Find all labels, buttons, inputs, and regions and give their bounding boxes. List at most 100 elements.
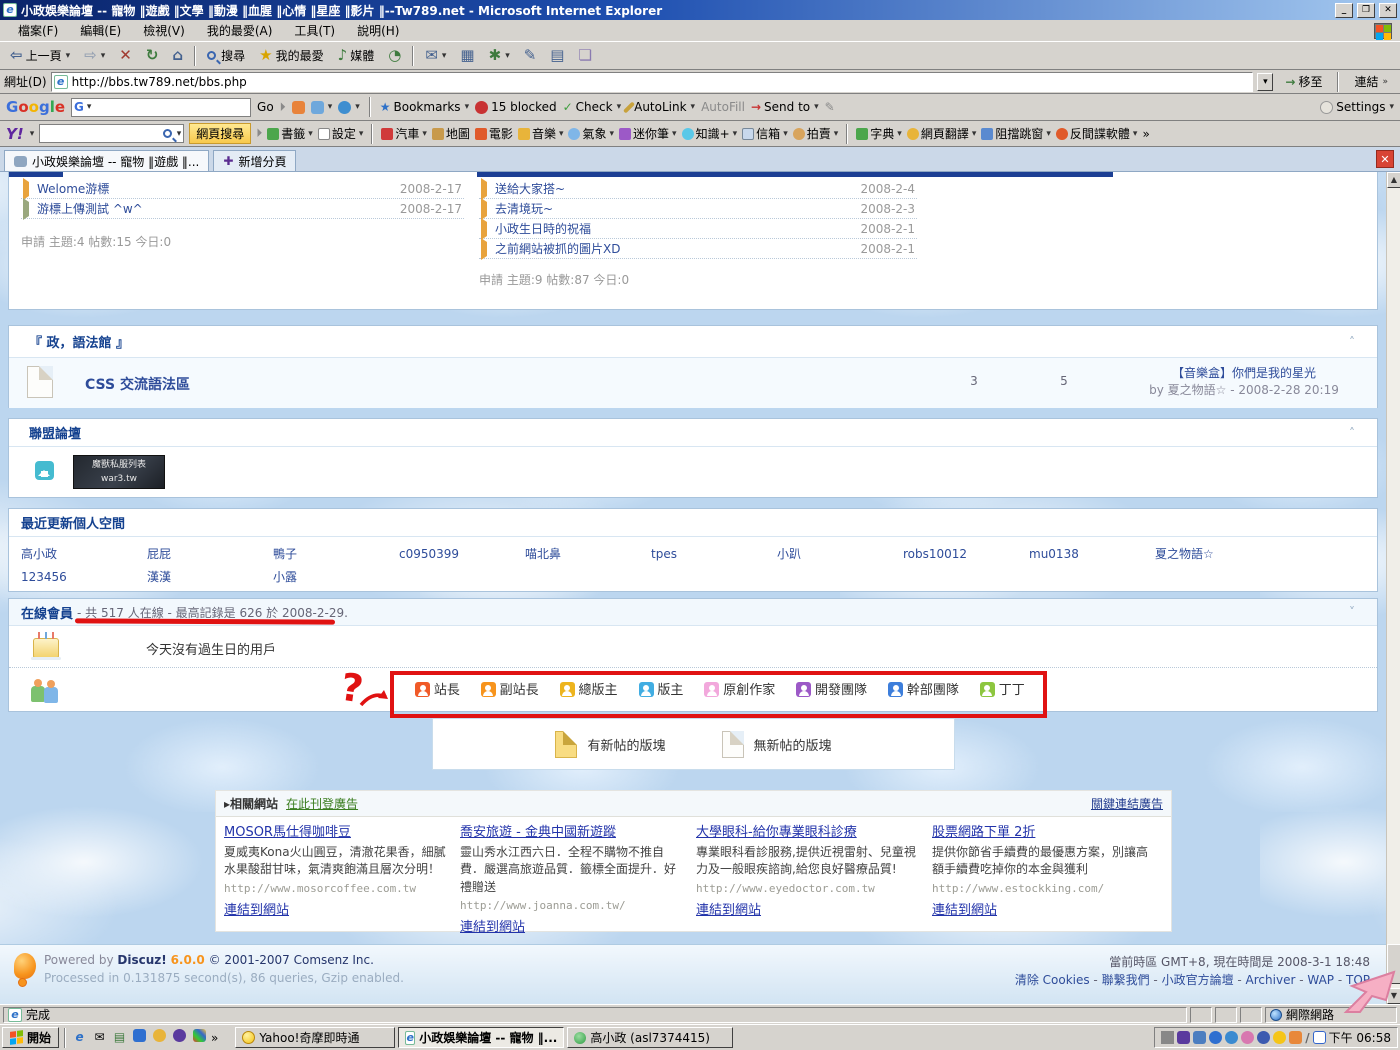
google-search-input[interactable]: G▾ [71, 98, 251, 117]
yahoo-weather-button[interactable]: 氣象▾ [568, 125, 614, 142]
yahoo-bookmarks-button[interactable]: 書籤▾ [267, 125, 313, 142]
maximize-button[interactable]: ❐ [1357, 3, 1375, 18]
msn-tray-icon[interactable] [1209, 1031, 1222, 1044]
quicklaunch-player-icon[interactable] [173, 1029, 186, 1042]
expand-arrows-icon[interactable]: ⏵ [256, 126, 262, 141]
footer-link[interactable]: 小政官方論壇 [1162, 973, 1246, 987]
yahoo-notepad-button[interactable]: 迷你筆▾ [619, 125, 677, 142]
messenger-button[interactable]: ✱▾ [483, 46, 516, 65]
forward-button[interactable]: ⇨▾ [78, 46, 111, 65]
bookmarks-button[interactable]: ★Bookmarks▾ [380, 100, 469, 114]
home-button[interactable]: ⌂ [166, 46, 189, 65]
yahoo-search-input[interactable]: ▾ [39, 124, 184, 143]
info-icon[interactable] [1225, 1031, 1238, 1044]
google-settings-button[interactable]: Settings▾ [1320, 100, 1394, 114]
home-icon[interactable] [35, 461, 54, 480]
collapse-arrow-icon[interactable]: ˄ [1349, 335, 1355, 349]
quicklaunch-msn-icon[interactable] [133, 1029, 146, 1042]
ad-title-link[interactable]: 股票網路下單 2折 [932, 821, 1157, 840]
more-tools-chevron[interactable]: » [1142, 127, 1149, 141]
user-link[interactable]: 小趴 [777, 545, 903, 562]
yahoo-movies-button[interactable]: 電影 [475, 125, 513, 142]
user-link[interactable]: 123456 [21, 570, 147, 584]
autofill-button[interactable]: AutoFill [701, 100, 745, 114]
user-link[interactable]: 高小政 [21, 545, 147, 562]
footer-link[interactable]: 聯繫我們 [1102, 973, 1162, 987]
tray-app-icon[interactable] [1177, 1031, 1190, 1044]
quicklaunch-picasa-icon[interactable] [193, 1029, 206, 1042]
task-msn-messenger[interactable]: 高小政 (asl7374415) [567, 1027, 733, 1048]
user-link[interactable]: 小露 [273, 568, 399, 585]
footer-link[interactable]: WAP [1307, 973, 1346, 987]
google-extras-button[interactable]: ▾ [311, 101, 333, 114]
user-link[interactable]: 屁屁 [147, 545, 273, 562]
stop-button[interactable]: ✕ [113, 46, 138, 65]
google-go-button[interactable]: Go [257, 100, 274, 114]
ad-title-link[interactable]: 喬安旅遊 - 金典中國新遊蹤 [460, 821, 685, 840]
globe-tray-icon[interactable] [1257, 1031, 1270, 1044]
user-link[interactable]: c0950399 [399, 547, 525, 561]
new-tab-button[interactable]: ✚新增分頁 [213, 150, 296, 171]
menu-favorites[interactable]: 我的最愛(A) [197, 20, 283, 41]
links-button[interactable]: 連結» [1346, 73, 1396, 90]
quicklaunch-ie-icon[interactable]: e [71, 1029, 88, 1046]
user-link[interactable]: 鴨子 [273, 545, 399, 562]
update-icon[interactable] [1289, 1031, 1302, 1044]
yahoo-settings-button[interactable]: 設定▾ [318, 125, 364, 142]
volume-icon[interactable] [1161, 1031, 1174, 1044]
yahoo-music-button[interactable]: 音樂▾ [518, 125, 564, 142]
start-button[interactable]: 開始 [2, 1027, 59, 1048]
topic-link[interactable]: 小政生日時的祝福 [495, 222, 591, 236]
vertical-scrollbar[interactable]: ▲ ▼ [1386, 172, 1400, 1004]
tab-forum[interactable]: 小政娛樂論壇 -- 寵物 ‖遊戲 ‖... [4, 150, 209, 171]
discuz-brand[interactable]: Discuz! [117, 953, 166, 967]
expand-arrows-icon[interactable]: ⏵ [280, 100, 286, 115]
footer-link[interactable]: 清除 Cookies [1015, 973, 1102, 987]
dropdown-arrow-icon[interactable]: ▾ [101, 51, 106, 61]
ad-visit-link[interactable]: 連結到網站 [696, 899, 761, 918]
topic-link[interactable]: Welome游標 [37, 182, 109, 196]
menu-file[interactable]: 檔案(F) [8, 20, 68, 41]
collapse-arrow-icon[interactable]: ˅ [1349, 605, 1355, 619]
task-yahoo-messenger[interactable]: Yahoo!奇摩即時通 [235, 1027, 395, 1048]
user-link[interactable]: tpes [651, 547, 777, 561]
send-to-button[interactable]: →Send to▾ [751, 100, 819, 114]
footer-link[interactable]: Archiver [1246, 973, 1308, 987]
ad-title-link[interactable]: MOSOR馬仕得咖啡豆 [224, 821, 449, 840]
topic-link[interactable]: 之前網站被抓的圖片XD [495, 242, 620, 256]
address-input[interactable]: ehttp://bbs.tw789.net/bbs.php [51, 72, 1254, 92]
discuss-button[interactable]: ❏ [572, 46, 597, 65]
topic-link[interactable]: 去清境玩~ [495, 202, 553, 216]
topic-link[interactable]: 送給大家搭~ [495, 182, 565, 196]
refresh-button[interactable]: ↻ [140, 46, 165, 65]
user-link[interactable]: 喵北鼻 [525, 545, 651, 562]
history-button[interactable]: ◔ [382, 46, 407, 65]
yahoo-popup-blocker-button[interactable]: 阻擋跳窗▾ [981, 125, 1051, 142]
popup-blocked-button[interactable]: 15 blocked [475, 100, 557, 114]
go-button[interactable]: →移至 [1277, 73, 1330, 90]
yahoo-antispy-button[interactable]: 反間諜軟體▾ [1056, 125, 1138, 142]
user-link[interactable]: 夏之物語☆ [1155, 545, 1281, 562]
search-button[interactable]: 搜尋 [201, 45, 251, 66]
yahoo-translate-button[interactable]: 網頁翻譯▾ [907, 125, 977, 142]
mail-button[interactable]: ✉▾ [419, 46, 452, 65]
yahoo-auction-button[interactable]: 拍賣▾ [793, 125, 839, 142]
last-post-link[interactable]: 【音樂盒】你們是我的星光 [1104, 364, 1384, 381]
google-comment-button[interactable]: ▾ [338, 101, 360, 114]
media-button[interactable]: ♪媒體 [332, 45, 381, 66]
menu-view[interactable]: 檢視(V) [133, 20, 195, 41]
quicklaunch-more-chevron[interactable]: » [211, 1031, 218, 1045]
topic-link[interactable]: 游標上傳測試 ^w^ [37, 202, 143, 216]
autolink-button[interactable]: AutoLink▾ [627, 100, 695, 114]
scroll-up-button[interactable]: ▲ [1387, 172, 1400, 188]
quicklaunch-desktop-icon[interactable]: ▤ [111, 1029, 128, 1046]
ad-visit-link[interactable]: 連結到網站 [224, 899, 289, 918]
spellcheck-button[interactable]: ✓Check▾ [563, 100, 622, 114]
yahoo-tray-icon[interactable] [1273, 1031, 1286, 1044]
yahoo-maps-button[interactable]: 地圖 [432, 125, 470, 142]
keyword-ad-link[interactable]: 關鍵連結廣告 [1091, 795, 1163, 812]
yahoo-logo[interactable]: Y! [6, 125, 24, 143]
yahoo-autos-button[interactable]: 汽車▾ [381, 125, 427, 142]
forum-link[interactable]: CSS 交流語法區 [85, 374, 190, 394]
user-link[interactable]: 漢漢 [147, 568, 273, 585]
